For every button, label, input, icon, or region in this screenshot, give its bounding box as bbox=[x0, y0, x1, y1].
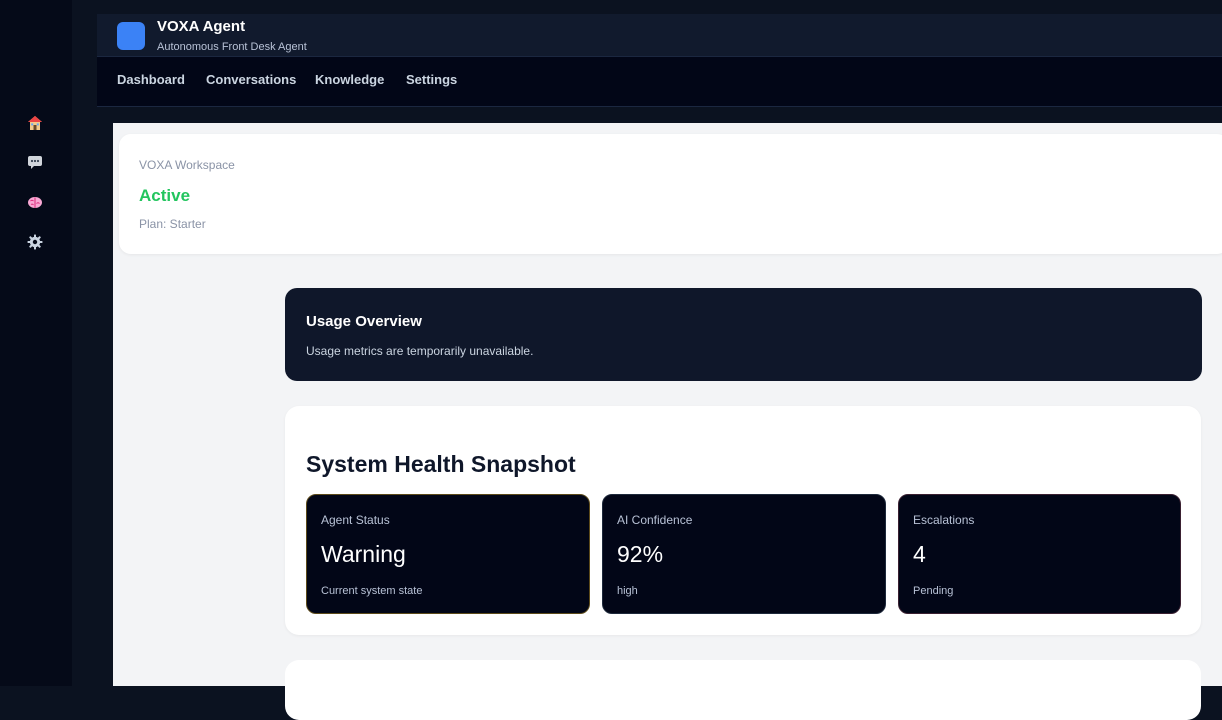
usage-overview-card: Usage Overview Usage metrics are tempora… bbox=[285, 288, 1202, 381]
metric-value: 92% bbox=[617, 541, 664, 567]
brand-header: VOXA Agent Autonomous Front Desk Agent bbox=[97, 14, 1222, 57]
workspace-card: VOXA Workspace Active Plan: Starter bbox=[119, 134, 1222, 254]
metric-label: Escalations bbox=[913, 513, 975, 527]
gear-icon[interactable] bbox=[26, 233, 44, 251]
usage-title: Usage Overview bbox=[306, 313, 422, 330]
metric-value: 4 bbox=[913, 541, 926, 567]
gutter bbox=[72, 107, 113, 686]
main-nav: Dashboard Conversations Knowledge Settin… bbox=[97, 57, 1222, 107]
usage-message: Usage metrics are temporarily unavailabl… bbox=[306, 344, 534, 358]
main-content: VOXA Workspace Active Plan: Starter Usag… bbox=[113, 123, 1222, 720]
brand-title: VOXA Agent bbox=[157, 18, 246, 35]
workspace-name: VOXA Workspace bbox=[139, 158, 235, 172]
workspace-plan: Plan: Starter bbox=[139, 217, 206, 231]
workspace-status: Active bbox=[139, 186, 191, 205]
home-icon[interactable] bbox=[26, 114, 44, 132]
metric-note: high bbox=[617, 585, 638, 597]
top-strip bbox=[97, 0, 1222, 14]
nav-knowledge[interactable]: Knowledge bbox=[315, 72, 384, 87]
system-health-card: System Health Snapshot Agent Status Warn… bbox=[285, 406, 1201, 635]
metric-note: Current system state bbox=[321, 585, 423, 597]
nav-settings[interactable]: Settings bbox=[406, 72, 457, 87]
left-rail bbox=[0, 0, 72, 686]
brand-subtitle: Autonomous Front Desk Agent bbox=[157, 41, 307, 53]
nav-conversations[interactable]: Conversations bbox=[206, 72, 296, 87]
metric-label: AI Confidence bbox=[617, 513, 693, 527]
chat-icon[interactable] bbox=[26, 153, 44, 171]
metric-value: Warning bbox=[321, 541, 406, 567]
metric-label: Agent Status bbox=[321, 513, 390, 527]
metric-note: Pending bbox=[913, 585, 954, 597]
metric-agent-status: Agent Status Warning Current system stat… bbox=[306, 494, 590, 614]
system-health-title: System Health Snapshot bbox=[306, 451, 576, 477]
next-section-card bbox=[285, 660, 1201, 720]
brain-icon[interactable] bbox=[26, 193, 44, 211]
metric-ai-confidence: AI Confidence 92% high bbox=[602, 494, 886, 614]
metric-escalations: Escalations 4 Pending bbox=[898, 494, 1181, 614]
nav-dashboard[interactable]: Dashboard bbox=[117, 72, 185, 87]
brand-logo bbox=[117, 22, 145, 50]
